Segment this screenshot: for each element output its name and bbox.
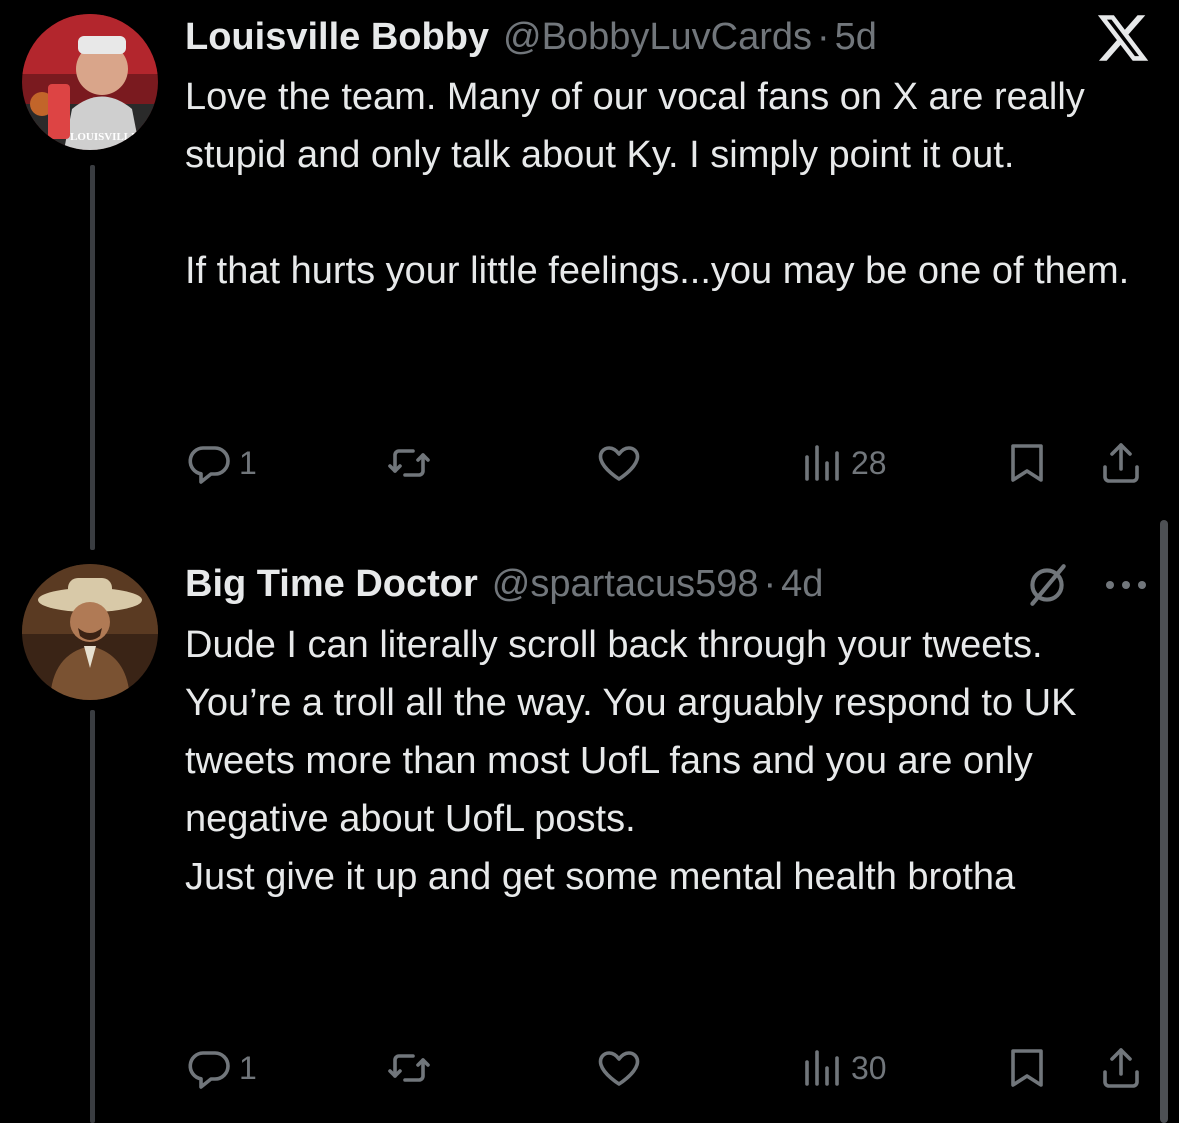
heart-icon	[598, 446, 640, 481]
repost-button[interactable]	[385, 1038, 433, 1098]
separator: ·	[763, 563, 777, 605]
bookmark-icon	[1011, 1049, 1043, 1087]
action-bar: 1 28	[185, 433, 1150, 493]
share-icon	[1103, 443, 1139, 483]
more-icon[interactable]	[1102, 570, 1150, 600]
x-logo-icon[interactable]	[1095, 10, 1151, 66]
avatar-louisville-bobby[interactable]: LOUISVILLE	[22, 14, 158, 150]
tweet-paragraph: Love the team. Many of our vocal fans on…	[185, 76, 1085, 176]
reply-icon	[188, 446, 230, 484]
bookmark-button[interactable]	[1003, 1038, 1051, 1098]
thread-line	[90, 165, 95, 550]
like-button[interactable]	[595, 433, 643, 493]
views-count: 30	[851, 1049, 887, 1086]
heart-icon	[598, 1051, 640, 1086]
repost-button[interactable]	[385, 433, 433, 493]
like-button[interactable]	[595, 1038, 643, 1098]
repost-icon	[388, 449, 430, 477]
reply-icon	[188, 1051, 230, 1089]
tweet-paragraph: If that hurts your little feelings...you…	[185, 250, 1130, 292]
tweet-header: Louisville Bobby @BobbyLuvCards · 5d	[185, 12, 877, 62]
reply-button[interactable]: 1	[185, 433, 257, 493]
tweet-text: Love the team. Many of our vocal fans on…	[185, 68, 1145, 300]
share-button[interactable]	[1097, 1038, 1145, 1098]
separator: ·	[817, 16, 830, 58]
svg-text:LOUISVILLE: LOUISVILLE	[70, 131, 138, 143]
views-icon	[805, 445, 839, 481]
grok-icon[interactable]	[1022, 560, 1072, 610]
scrollbar[interactable]	[1160, 520, 1168, 1123]
share-button[interactable]	[1097, 433, 1145, 493]
views-count: 28	[851, 444, 887, 481]
share-icon	[1103, 1048, 1139, 1088]
bookmark-button[interactable]	[1003, 433, 1051, 493]
bookmark-icon	[1011, 444, 1043, 482]
tweet-paragraph: Just give it up and get some mental heal…	[185, 856, 1016, 898]
timestamp[interactable]: 4d	[781, 559, 823, 609]
avatar-big-time-doctor[interactable]	[22, 564, 158, 700]
handle[interactable]: @spartacus598	[492, 559, 759, 609]
reply-count: 1	[239, 444, 257, 481]
timestamp[interactable]: 5d	[835, 12, 877, 62]
views-button[interactable]: 30	[797, 1038, 887, 1098]
display-name[interactable]: Big Time Doctor	[185, 559, 478, 609]
reply-count: 1	[239, 1049, 257, 1086]
handle[interactable]: @BobbyLuvCards	[503, 12, 812, 62]
action-bar: 1 30	[185, 1038, 1150, 1098]
thread-line	[90, 710, 95, 1123]
tweet-paragraph: Dude I can literally scroll back through…	[185, 624, 1077, 840]
display-name[interactable]: Louisville Bobby	[185, 12, 489, 62]
repost-icon	[388, 1054, 430, 1082]
tweet-text: Dude I can literally scroll back through…	[185, 616, 1145, 906]
views-icon	[805, 1050, 839, 1086]
reply-button[interactable]: 1	[185, 1038, 257, 1098]
views-button[interactable]: 28	[797, 433, 887, 493]
tweet-header: Big Time Doctor @spartacus598 · 4d	[185, 559, 823, 609]
